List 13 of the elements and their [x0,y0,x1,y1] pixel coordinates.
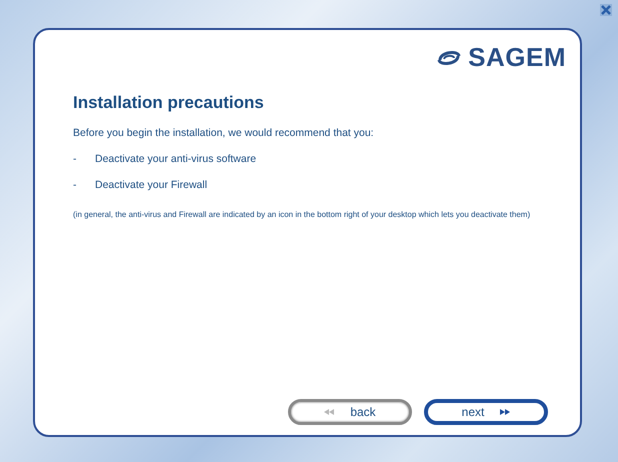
next-button[interactable]: next [424,399,548,425]
page-title: Installation precautions [73,93,265,113]
note-text: (in general, the anti-virus and Firewall are indicated by an icon in the bottom right of your desktop which lets you deactivate them) [73,209,532,221]
list-item: Deactivate your anti-virus software [95,153,256,165]
bullet: - [73,153,78,165]
forward-icon [500,409,510,415]
close-icon[interactable] [600,4,612,16]
back-button[interactable]: back [288,399,412,425]
logo: SAGEM [468,42,566,73]
intro-text: Before you begin the installation, we would recommend that you: [73,127,375,139]
rewind-icon [324,409,334,415]
bullet: - [73,179,78,191]
list-item: Deactivate your Firewall [95,179,208,191]
